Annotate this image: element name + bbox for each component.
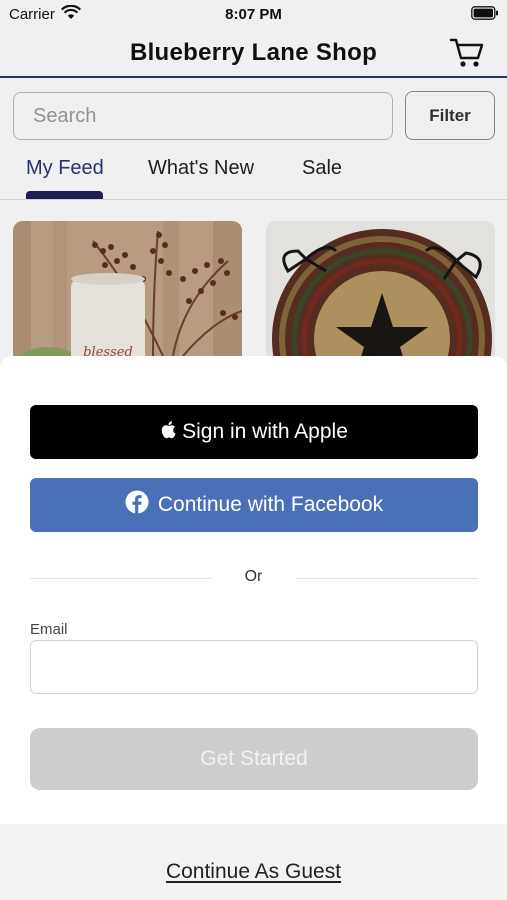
email-field[interactable] — [30, 640, 478, 694]
sign-in-sheet: Sign in with Apple Continue with Faceboo… — [0, 356, 507, 900]
apple-button-label: Sign in with Apple — [182, 420, 348, 443]
email-label: Email — [30, 621, 68, 638]
get-started-button[interactable]: Get Started — [30, 728, 478, 790]
continue-with-facebook-button[interactable]: Continue with Facebook — [30, 478, 478, 532]
sign-in-with-apple-button[interactable]: Sign in with Apple — [30, 405, 478, 459]
guest-footer: Continue As Guest — [0, 824, 507, 900]
divider-right — [296, 578, 478, 579]
facebook-button-label: Continue with Facebook — [157, 493, 384, 516]
or-separator: Or — [244, 568, 263, 585]
apple-icon — [160, 420, 176, 445]
facebook-icon — [125, 490, 149, 520]
continue-as-guest-link[interactable]: Continue As Guest — [0, 860, 507, 884]
